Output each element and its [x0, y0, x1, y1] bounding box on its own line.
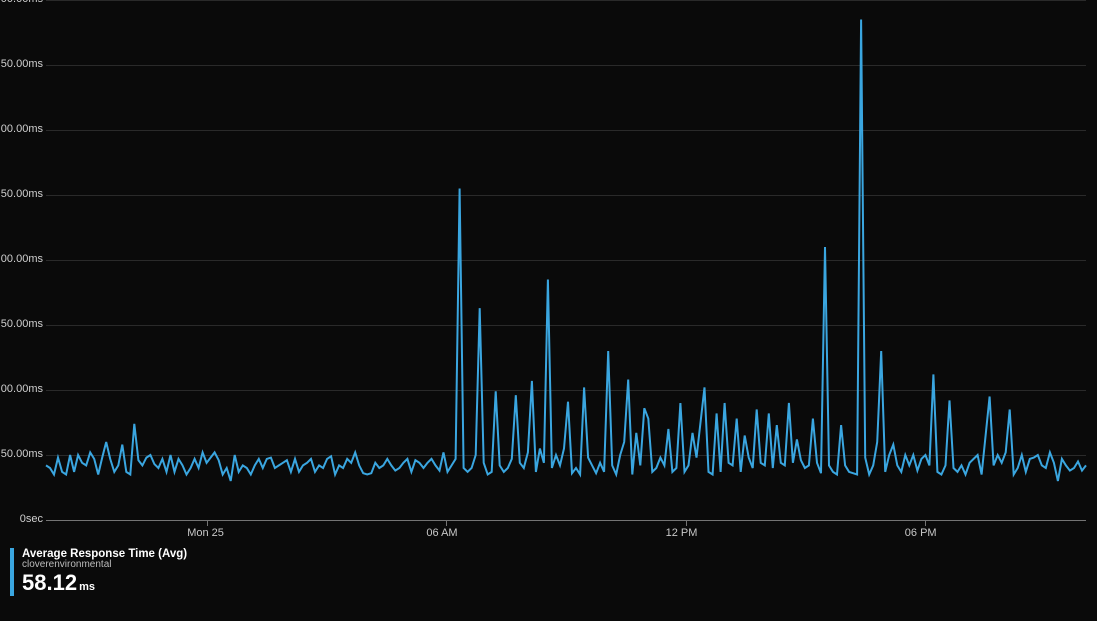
y-axis-label: 50.00ms [0, 58, 43, 70]
y-axis-label: 00.00ms [0, 253, 43, 265]
chart-line [46, 0, 1086, 520]
y-axis-label: 0sec [0, 513, 43, 525]
legend-unit: ms [79, 581, 95, 593]
x-axis-label: Mon 25 [187, 527, 224, 539]
x-tick [686, 521, 687, 526]
chart-legend: Average Response Time (Avg) cloverenviro… [10, 548, 187, 596]
y-axis-label: 00.00ms [0, 123, 43, 135]
x-axis: Mon 2506 AM12 PM06 PM [46, 520, 1086, 521]
legend-value: 58.12 [22, 570, 77, 595]
plot-area[interactable] [46, 0, 1086, 520]
x-axis-label: 06 PM [905, 527, 937, 539]
x-tick [446, 521, 447, 526]
y-axis-label: 00.00ms [0, 0, 43, 5]
x-axis-label: 06 AM [426, 527, 457, 539]
legend-subtitle: cloverenvironmental [22, 559, 187, 570]
y-axis-label: 50.00ms [0, 448, 43, 460]
x-tick [925, 521, 926, 526]
y-axis-label: 50.00ms [0, 188, 43, 200]
response-time-chart: 0sec 50.00ms 00.00ms 50.00ms 00.00ms 50.00ms 0… [0, 0, 1097, 621]
x-axis-label: 12 PM [666, 527, 698, 539]
x-tick [207, 521, 208, 526]
y-axis-label: 50.00ms [0, 318, 43, 330]
y-axis-label: 00.00ms [0, 383, 43, 395]
